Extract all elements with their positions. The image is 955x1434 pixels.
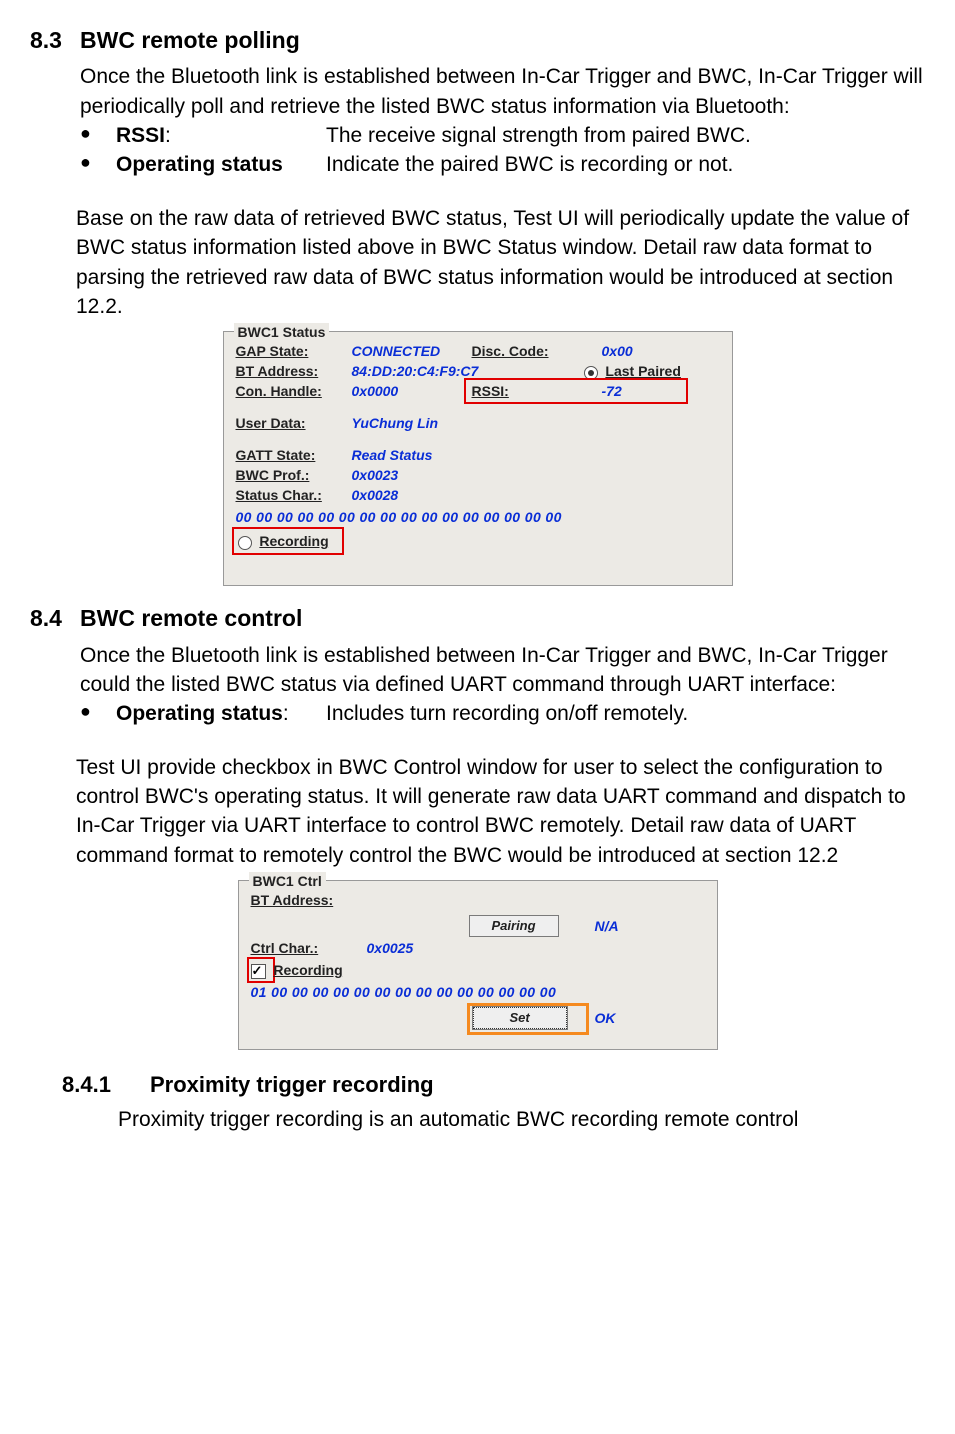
bullet-dot-icon: ●	[80, 699, 116, 724]
disc-code-label: Disc. Code:	[472, 343, 549, 359]
rssi-label: RSSI:	[472, 383, 509, 399]
gatt-state-value: Read Status	[352, 447, 433, 463]
section-8-3-paragraph: Base on the raw data of retrieved BWC st…	[76, 204, 925, 322]
bullet-item: ● Operating status: Includes turn record…	[80, 699, 925, 728]
status-hex-bytes: 00 00 00 00 00 00 00 00 00 00 00 00 00 0…	[236, 508, 562, 528]
bullet-term: Operating status	[116, 150, 326, 179]
bullet-item: ● Operating status Indicate the paired B…	[80, 150, 925, 179]
status-char-label: Status Char.:	[236, 487, 322, 503]
section-number: 8.4.1	[62, 1070, 150, 1101]
bullet-desc: Indicate the paired BWC is recording or …	[326, 150, 925, 179]
bwc-ctrl-window: BWC1 Ctrl BT Address: Pairing N/A Ctrl C…	[238, 880, 718, 1050]
ctrl-char-value: 0x0025	[367, 940, 414, 956]
bullet-desc: The receive signal strength from paired …	[326, 121, 925, 150]
recording-checkbox[interactable]	[251, 964, 266, 979]
section-number: 8.4	[30, 602, 80, 634]
section-8-4-1-heading: 8.4.1Proximity trigger recording	[62, 1070, 925, 1101]
recording-radio[interactable]	[238, 536, 252, 550]
section-number: 8.3	[30, 24, 80, 56]
bullet-item: ● RSSI: The receive signal strength from…	[80, 121, 925, 150]
section-8-4-1-intro: Proximity trigger recording is an automa…	[118, 1105, 925, 1134]
con-handle-label: Con. Handle:	[236, 383, 322, 399]
set-button[interactable]: Set	[473, 1007, 567, 1029]
ctrl-char-label: Ctrl Char.:	[251, 940, 319, 956]
section-title: BWC remote polling	[80, 27, 300, 53]
bwc-prof-value: 0x0023	[352, 467, 399, 483]
last-paired-label: Last Paired	[605, 363, 680, 379]
bt-address-label: BT Address:	[236, 363, 319, 379]
disc-code-value: 0x00	[602, 343, 633, 359]
section-8-4-intro: Once the Bluetooth link is established b…	[80, 641, 925, 700]
ctrl-hex-bytes: 01 00 00 00 00 00 00 00 00 00 00 00 00 0…	[251, 983, 557, 1003]
pairing-status: N/A	[595, 918, 619, 934]
recording-label: Recording	[259, 533, 328, 549]
recording-label: Recording	[273, 962, 342, 978]
groupbox-title: BWC1 Ctrl	[249, 872, 326, 892]
user-data-value: YuChung Lin	[352, 415, 439, 431]
bullet-term: Operating status:	[116, 699, 326, 728]
section-8-3-heading: 8.3BWC remote polling	[30, 24, 925, 56]
bt-address-value: 84:DD:20:C4:F9:C7	[352, 363, 479, 379]
rssi-value: -72	[602, 383, 622, 399]
groupbox-title: BWC1 Status	[234, 323, 330, 343]
bullet-desc: Includes turn recording on/off remotely.	[326, 699, 925, 728]
section-8-4-paragraph: Test UI provide checkbox in BWC Control …	[76, 753, 925, 871]
con-handle-value: 0x0000	[352, 383, 399, 399]
bullet-dot-icon: ●	[80, 150, 116, 175]
bwc-prof-label: BWC Prof.:	[236, 467, 310, 483]
section-8-4-heading: 8.4BWC remote control	[30, 602, 925, 634]
status-char-value: 0x0028	[352, 487, 399, 503]
bt-address-label: BT Address:	[251, 892, 334, 908]
section-title: Proximity trigger recording	[150, 1072, 434, 1097]
pairing-button[interactable]: Pairing	[469, 915, 559, 937]
gap-state-value: CONNECTED	[352, 343, 441, 359]
set-status: OK	[595, 1010, 616, 1026]
bwc-status-window: BWC1 Status GAP State: CONNECTED Disc. C…	[223, 331, 733, 586]
bullet-dot-icon: ●	[80, 121, 116, 146]
section-8-3-intro: Once the Bluetooth link is established b…	[80, 62, 925, 121]
bullet-term: RSSI:	[116, 121, 326, 150]
gap-state-label: GAP State:	[236, 343, 309, 359]
gatt-state-label: GATT State:	[236, 447, 316, 463]
section-title: BWC remote control	[80, 605, 302, 631]
user-data-label: User Data:	[236, 415, 306, 431]
